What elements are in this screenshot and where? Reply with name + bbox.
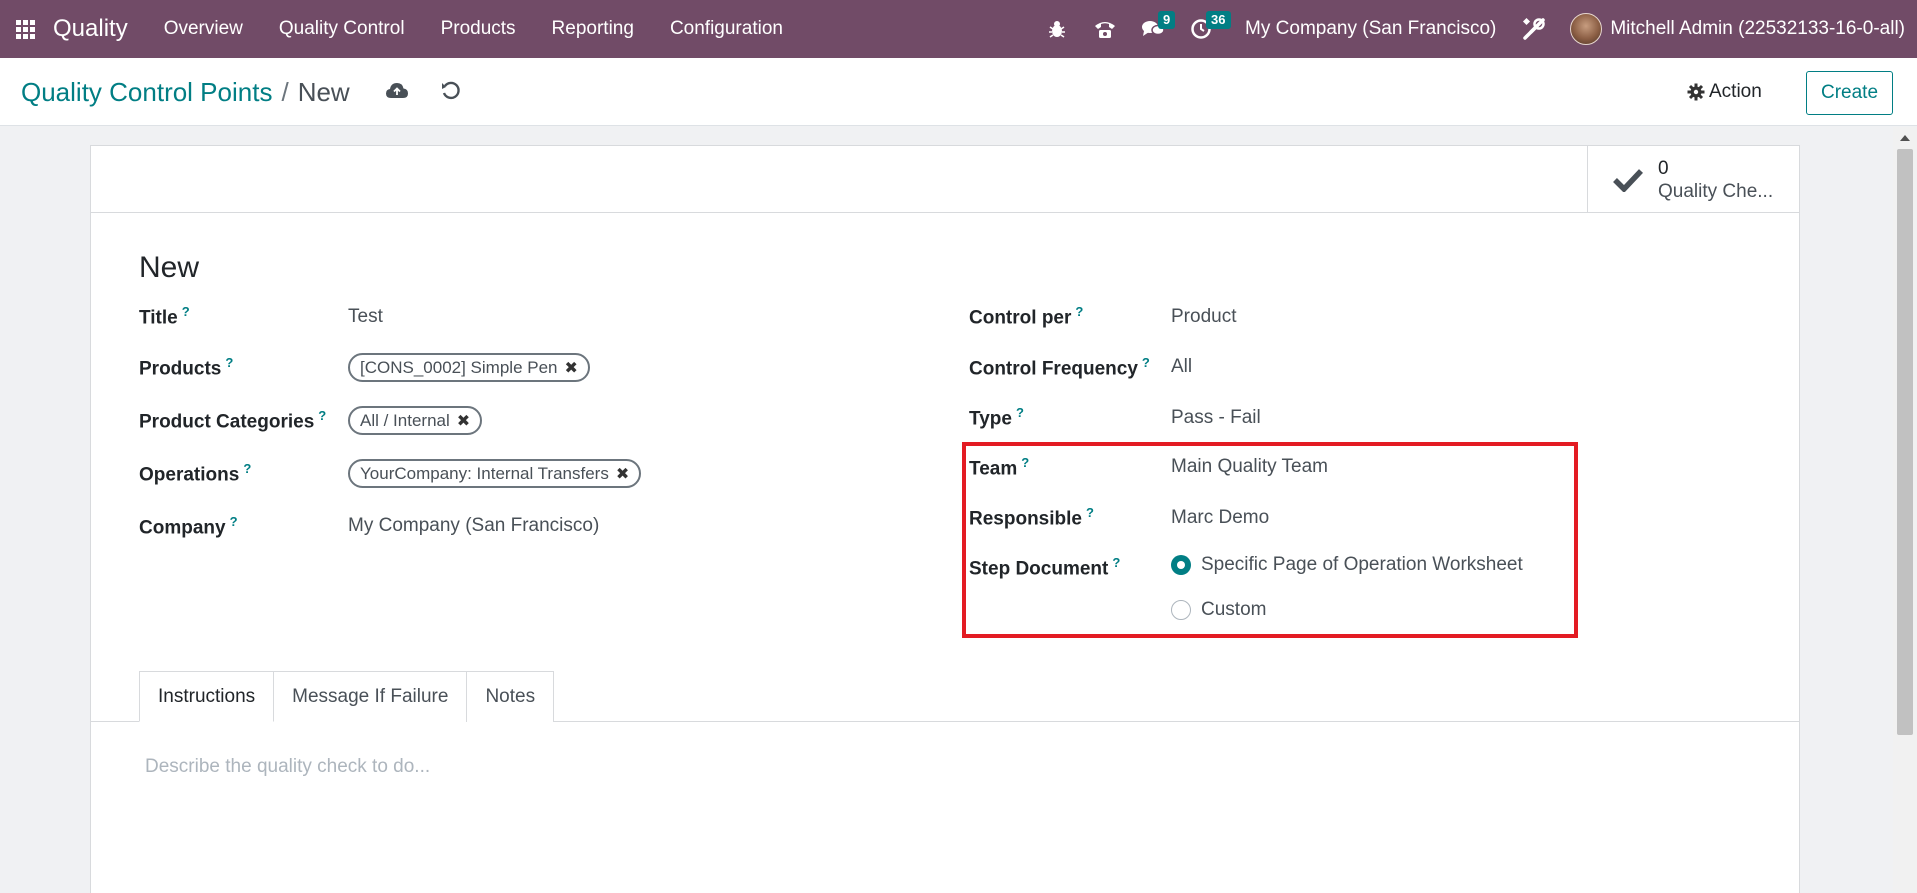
company-switcher[interactable]: My Company (San Francisco) [1225,18,1510,40]
activities-badge: 36 [1206,11,1231,29]
remove-tag-icon[interactable]: ✖ [457,411,470,431]
product-tag-label: [CONS_0002] Simple Pen [360,357,558,377]
control-frequency-help-icon[interactable]: ? [1142,355,1150,370]
control-per-field[interactable]: Product [1171,306,1236,328]
type-help-icon[interactable]: ? [1016,405,1024,420]
save-cloud-icon[interactable] [382,76,412,106]
user-avatar[interactable] [1570,13,1603,45]
control-panel: Quality Control Points / New Action Crea… [0,58,1917,126]
product-tag: [CONS_0002] Simple Pen ✖ [348,353,590,382]
menu-configuration[interactable]: Configuration [652,0,801,58]
quality-checks-label: Quality Che... [1658,180,1774,202]
breadcrumb-parent-link[interactable]: Quality Control Points [21,77,272,108]
company-field[interactable]: My Company (San Francisco) [348,515,599,537]
phone-icon[interactable] [1081,0,1129,58]
menu-products[interactable]: Products [423,0,534,58]
type-label: Type? [969,405,1024,430]
breadcrumb-current: New [297,76,350,107]
product-category-tag: All / Internal ✖ [348,406,483,435]
product-category-tag-label: All / Internal [360,410,450,430]
title-label: Title? [139,304,190,329]
scroll-up-arrow-icon[interactable] [1900,135,1910,141]
app-menu-icon[interactable] [0,0,50,58]
menu-reporting[interactable]: Reporting [534,0,652,58]
control-per-label: Control per? [969,304,1084,329]
control-frequency-label: Control Frequency? [969,355,1150,380]
quality-checks-count: 0 [1658,157,1669,179]
gear-icon [1687,83,1705,101]
main-menu: Overview Quality Control Products Report… [146,0,801,58]
product-categories-help-icon[interactable]: ? [318,408,326,423]
discard-undo-icon[interactable] [436,76,466,106]
title-help-icon[interactable]: ? [182,304,190,319]
operation-tag-label: YourCompany: Internal Transfers [360,463,609,483]
tools-icon[interactable] [1510,0,1558,58]
breadcrumb-separator: / [281,76,289,107]
operation-tag: YourCompany: Internal Transfers ✖ [348,459,642,488]
instructions-editor[interactable]: Describe the quality check to do... [145,756,430,778]
scrollbar-thumb[interactable] [1897,149,1913,735]
button-box: 0 Quality Che... [91,146,1799,213]
messages-icon[interactable]: 9 [1129,0,1177,58]
action-label: Action [1709,81,1762,102]
operations-label: Operations? [139,461,252,486]
action-menu-button[interactable]: Action [1687,74,1762,110]
company-help-icon[interactable]: ? [230,514,238,529]
tab-notes[interactable]: Notes [466,671,555,722]
vertical-scrollbar[interactable] [1893,127,1917,893]
systray: 9 36 My Company (San Francisco) Mitchell… [1033,0,1917,58]
type-field[interactable]: Pass - Fail [1171,407,1261,429]
app-brand[interactable]: Quality [50,15,128,43]
menu-quality-control[interactable]: Quality Control [261,0,423,58]
products-help-icon[interactable]: ? [225,355,233,370]
bug-icon[interactable] [1033,0,1081,58]
quality-checks-smart-button[interactable]: 0 Quality Che... [1587,146,1799,213]
control-per-help-icon[interactable]: ? [1075,304,1083,319]
tab-message-if-failure[interactable]: Message If Failure [273,671,468,722]
breadcrumb: Quality Control Points / New [21,58,350,126]
control-frequency-field[interactable]: All [1171,356,1192,378]
tab-instructions[interactable]: Instructions [139,671,275,722]
menu-overview[interactable]: Overview [146,0,261,58]
products-label: Products? [139,355,234,380]
user-menu[interactable]: Mitchell Admin (22532133-16-0-all) [1610,18,1917,40]
record-title: New [139,251,200,284]
check-icon [1612,168,1644,192]
remove-tag-icon[interactable]: ✖ [616,464,629,484]
create-button[interactable]: Create [1806,71,1893,115]
company-label: Company? [139,514,238,539]
product-categories-label: Product Categories? [139,408,327,433]
messages-badge: 9 [1158,11,1176,29]
notebook-tabs: Instructions Message If Failure Notes [139,671,555,722]
activity-clock-icon[interactable]: 36 [1177,0,1231,58]
title-field[interactable]: Test [348,306,383,328]
operations-help-icon[interactable]: ? [243,461,251,476]
highlight-annotation-box [962,442,1578,638]
top-navbar: Quality Overview Quality Control Product… [0,0,1917,58]
remove-tag-icon[interactable]: ✖ [565,358,578,378]
